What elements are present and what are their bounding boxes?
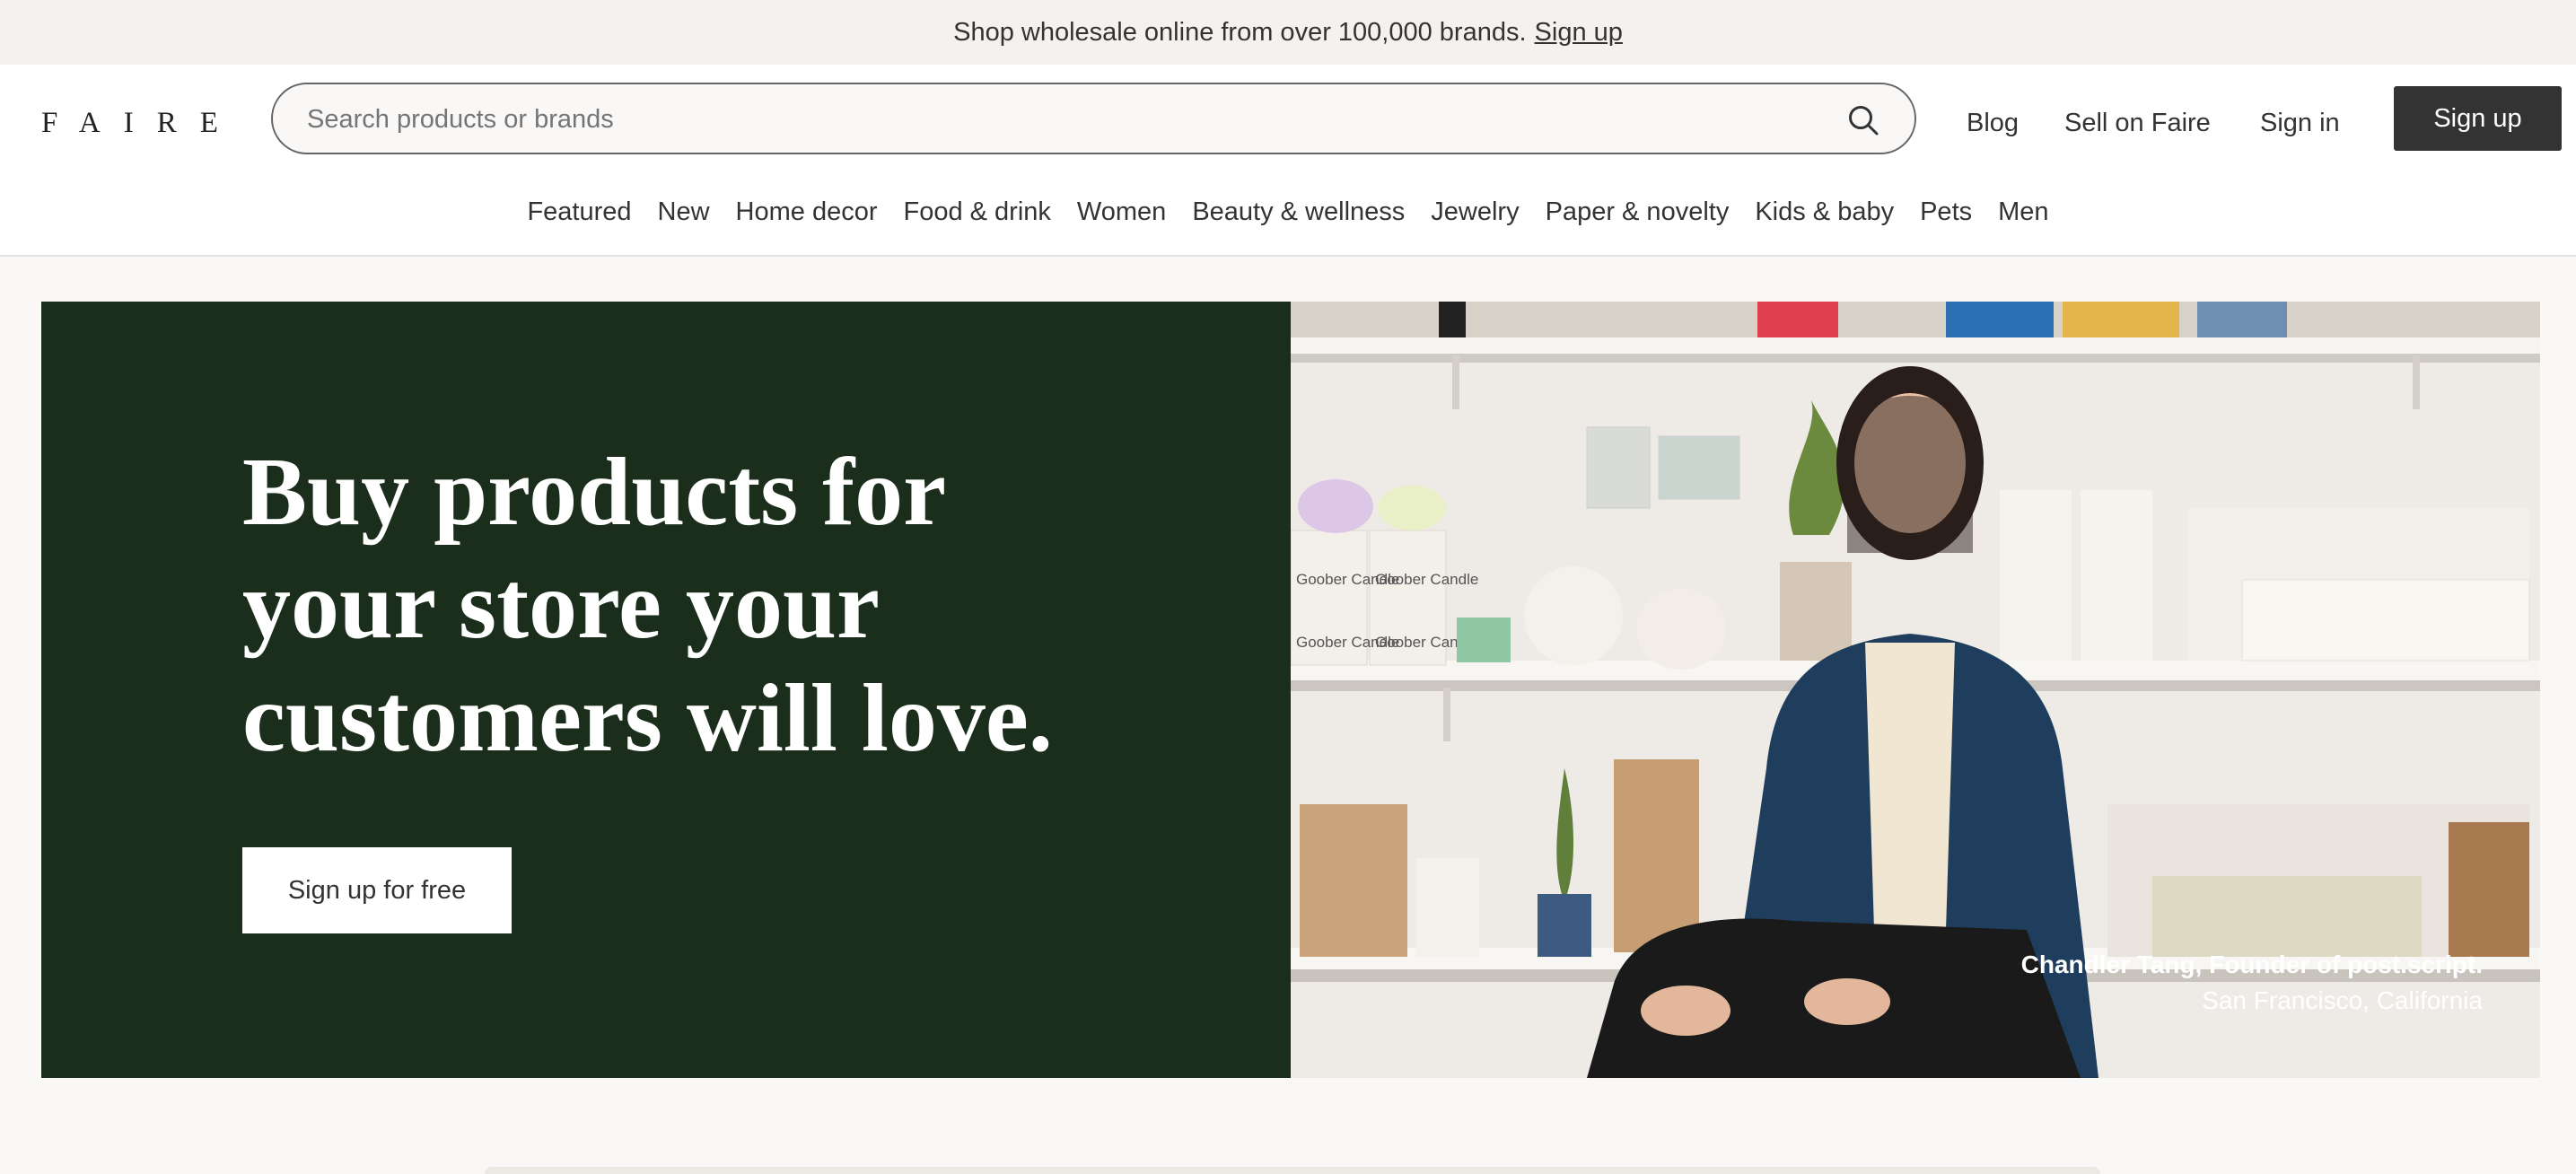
photo-caption: Chandler Tang, Founder of post.script. S… xyxy=(2021,947,2483,1019)
category-pets[interactable]: Pets xyxy=(1920,197,1972,233)
category-food-drink[interactable]: Food & drink xyxy=(904,197,1051,233)
category-women[interactable]: Women xyxy=(1077,197,1166,233)
search-bar[interactable] xyxy=(271,83,1916,154)
blog-link[interactable]: Blog xyxy=(1967,101,2019,145)
category-featured[interactable]: Featured xyxy=(527,197,631,233)
sign-in-link[interactable]: Sign in xyxy=(2260,101,2340,145)
next-section-edge xyxy=(485,1167,2100,1174)
promo-text: Shop wholesale online from over 100,000 … xyxy=(953,17,1527,47)
category-kids-baby[interactable]: Kids & baby xyxy=(1755,197,1894,233)
hero-headline: Buy products for your store your custome… xyxy=(242,436,1140,775)
category-new[interactable]: New xyxy=(658,197,710,233)
search-icon[interactable] xyxy=(1846,103,1880,137)
sell-on-faire-link[interactable]: Sell on Faire xyxy=(2064,101,2211,145)
headline-line-1: Buy products for xyxy=(242,439,947,546)
sign-up-button[interactable]: Sign up xyxy=(2394,86,2562,151)
hero-photo: Goober Candle Goober Candle Goober Candl… xyxy=(1291,302,2540,1078)
search-input[interactable] xyxy=(307,102,1788,136)
headline-line-2: your store your xyxy=(242,552,880,659)
faire-logo[interactable]: FAIRE xyxy=(41,101,241,145)
promo-signup-link[interactable]: Sign up xyxy=(1535,18,1623,48)
caption-location: San Francisco, California xyxy=(2202,986,2483,1014)
hero-section: Buy products for your store your custome… xyxy=(41,302,2540,1078)
category-paper-novelty[interactable]: Paper & novelty xyxy=(1546,197,1730,233)
category-home-decor[interactable]: Home decor xyxy=(736,197,878,233)
caption-name: Chandler Tang, Founder of post.script. xyxy=(2020,951,2483,978)
sign-up-free-button[interactable]: Sign up for free xyxy=(242,847,512,933)
product-label: Goober Candle xyxy=(1375,571,1478,588)
headline-line-3: customers will love. xyxy=(242,665,1053,772)
category-nav: Featured New Home decor Food & drink Wom… xyxy=(0,197,2576,233)
category-beauty-wellness[interactable]: Beauty & wellness xyxy=(1192,197,1405,233)
category-jewelry[interactable]: Jewelry xyxy=(1431,197,1519,233)
site-header: FAIRE Blog Sell on Faire Sign in Sign up… xyxy=(0,65,2576,257)
promo-banner: Shop wholesale online from over 100,000 … xyxy=(0,0,2576,65)
category-men[interactable]: Men xyxy=(1998,197,2048,233)
hero-text-panel: Buy products for your store your custome… xyxy=(41,302,1291,1078)
